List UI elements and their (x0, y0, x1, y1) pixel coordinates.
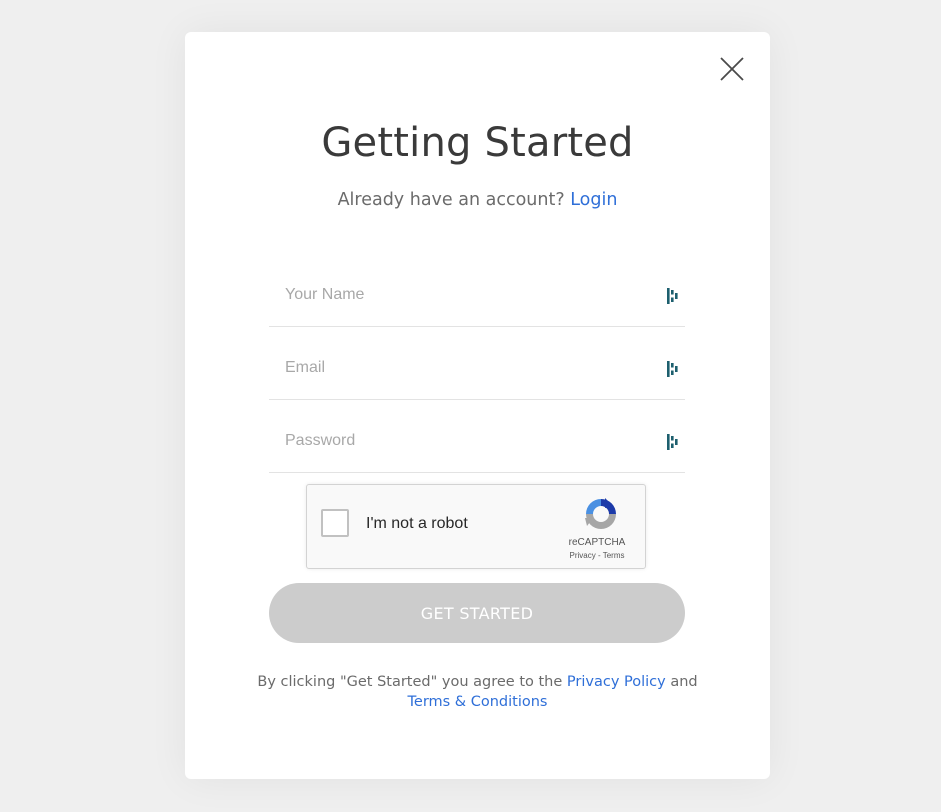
login-prompt: Already have an account? Login (185, 187, 770, 213)
password-manager-icon[interactable] (667, 288, 679, 304)
terms-text-middle: and (665, 674, 698, 690)
signup-modal: Getting Started Already have an account?… (185, 32, 770, 779)
get-started-button[interactable]: GET STARTED (269, 583, 685, 643)
password-field (269, 410, 685, 473)
login-link[interactable]: Login (570, 190, 617, 210)
close-icon[interactable] (719, 56, 745, 82)
email-field (269, 337, 685, 400)
recaptcha-privacy-link[interactable]: Privacy (570, 551, 596, 560)
privacy-policy-link[interactable]: Privacy Policy (567, 674, 666, 690)
recaptcha-label: I'm not a robot (366, 515, 468, 532)
recaptcha-separator: - (595, 551, 603, 560)
terms-conditions-link[interactable]: Terms & Conditions (408, 694, 548, 710)
name-input[interactable] (269, 264, 639, 326)
email-input[interactable] (269, 337, 639, 399)
recaptcha-logo-icon (585, 498, 616, 529)
recaptcha-widget: I'm not a robot reCAPTCHA Privacy - Term… (306, 484, 646, 569)
terms-text-before: By clicking "Get Started" you agree to t… (257, 674, 567, 690)
recaptcha-checkbox[interactable] (321, 509, 349, 537)
login-prompt-text: Already have an account? (337, 190, 565, 210)
password-input[interactable] (269, 410, 639, 472)
terms-notice: By clicking "Get Started" you agree to t… (245, 672, 710, 712)
recaptcha-legal: Privacy - Terms (547, 551, 647, 560)
password-manager-icon[interactable] (667, 434, 679, 450)
recaptcha-terms-link[interactable]: Terms (603, 551, 625, 560)
page-title: Getting Started (321, 120, 634, 166)
name-field (269, 264, 685, 327)
recaptcha-brand: reCAPTCHA (568, 537, 626, 548)
password-manager-icon[interactable] (667, 361, 679, 377)
